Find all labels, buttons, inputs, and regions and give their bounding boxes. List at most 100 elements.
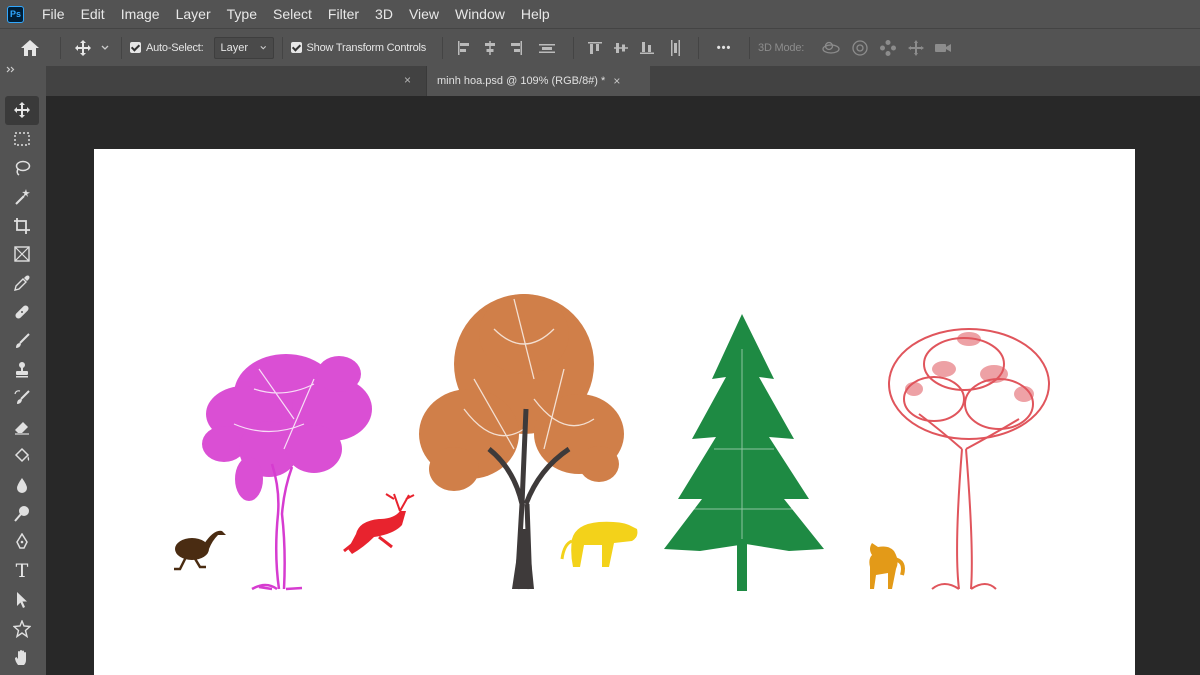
fox-silhouette — [869, 543, 905, 589]
rectangular-marquee-icon — [14, 132, 30, 146]
blur-tool[interactable] — [5, 470, 39, 499]
align-top-button[interactable] — [582, 40, 608, 56]
separator — [121, 36, 122, 59]
magenta-tree — [202, 354, 372, 591]
3d-pan-button[interactable] — [874, 39, 902, 57]
align-vertical-center-button[interactable] — [608, 40, 634, 56]
chevron-down-icon[interactable] — [97, 45, 113, 51]
arrow-cursor-icon — [17, 591, 27, 608]
close-icon[interactable]: × — [613, 74, 620, 88]
document-canvas[interactable] — [94, 149, 1135, 675]
green-fir-tree — [664, 314, 824, 591]
roll-icon — [852, 39, 868, 56]
pen-tool[interactable] — [5, 528, 39, 557]
auto-select-checkbox[interactable]: Auto-Select: — [130, 42, 204, 54]
menu-type[interactable]: Type — [219, 0, 265, 28]
eyedropper-tool[interactable] — [5, 269, 39, 298]
pan-icon — [880, 39, 897, 56]
path-selection-tool[interactable] — [5, 586, 39, 615]
hand-tool[interactable] — [5, 643, 39, 672]
menu-3d[interactable]: 3D — [367, 0, 401, 28]
history-brush-tool[interactable] — [5, 384, 39, 413]
video-camera-icon — [935, 43, 952, 52]
eyedropper-icon — [14, 275, 30, 292]
paint-bucket-tool[interactable] — [5, 442, 39, 471]
crop-tool[interactable] — [5, 211, 39, 240]
align-right-icon — [511, 40, 523, 55]
menu-file[interactable]: File — [34, 0, 73, 28]
checkbox-checked-icon — [290, 42, 302, 53]
menu-layer[interactable]: Layer — [168, 0, 219, 28]
menu-edit[interactable]: Edit — [73, 0, 113, 28]
dodge-tool[interactable] — [5, 499, 39, 528]
red-outline-tree — [888, 328, 1050, 590]
distribute-vertical-icon — [671, 39, 681, 56]
expand-panel-icon[interactable] — [6, 66, 16, 73]
menu-filter[interactable]: Filter — [320, 0, 367, 28]
healing-brush-tool[interactable] — [5, 298, 39, 327]
droplet-icon — [17, 477, 27, 493]
move-tool-preset[interactable] — [69, 39, 97, 57]
lasso-tool[interactable] — [5, 154, 39, 183]
home-icon — [21, 39, 39, 56]
separator — [281, 36, 283, 59]
deer-silhouette — [343, 493, 415, 554]
separator — [60, 36, 61, 59]
artwork — [174, 294, 1050, 591]
menu-view[interactable]: View — [401, 0, 447, 28]
distribute-button[interactable] — [529, 40, 565, 56]
3d-scale-button[interactable] — [930, 41, 956, 55]
more-options-button[interactable]: ••• — [707, 42, 741, 54]
home-button[interactable] — [8, 39, 52, 57]
dodge-icon — [14, 505, 29, 522]
brush-tool[interactable] — [5, 326, 39, 355]
3d-slide-button[interactable] — [902, 39, 930, 57]
menu-window[interactable]: Window — [447, 0, 513, 28]
checkbox-checked-icon — [130, 42, 141, 53]
crop-icon — [14, 217, 30, 234]
lasso-icon — [15, 160, 31, 176]
document-tab[interactable]: minh hoa.psd @ 109% (RGB/8#) * × — [426, 66, 650, 96]
close-icon[interactable]: × — [404, 73, 411, 87]
dropdown-value: Layer — [220, 41, 249, 54]
menu-image[interactable]: Image — [113, 0, 168, 28]
align-right-button[interactable] — [503, 40, 529, 56]
3d-mode-label: 3D Mode: — [758, 41, 805, 54]
move-icon — [14, 102, 30, 119]
align-top-icon — [588, 41, 603, 54]
3d-roll-button[interactable] — [846, 39, 874, 57]
align-left-button[interactable] — [451, 40, 477, 56]
canvas-workspace[interactable] — [46, 96, 1200, 675]
distribute-vertical-button[interactable] — [660, 39, 690, 57]
custom-shape-icon — [13, 619, 31, 638]
slide-icon — [908, 39, 925, 56]
shape-tool[interactable] — [5, 614, 39, 643]
orbit-icon — [822, 41, 840, 54]
magic-wand-tool[interactable] — [5, 182, 39, 211]
inactive-tab[interactable]: × — [46, 66, 426, 96]
move-tool[interactable] — [5, 96, 39, 125]
menu-select[interactable]: Select — [265, 0, 320, 28]
show-transform-controls-checkbox[interactable]: Show Transform Controls — [290, 42, 426, 54]
tiger-silhouette — [560, 521, 638, 567]
eraser-tool[interactable] — [5, 413, 39, 442]
frame-tool[interactable] — [5, 240, 39, 269]
align-bottom-icon — [640, 41, 655, 54]
menu-help[interactable]: Help — [513, 0, 558, 28]
marquee-tool[interactable] — [5, 125, 39, 154]
align-horizontal-center-button[interactable] — [477, 40, 503, 56]
separator — [749, 36, 751, 59]
align-bottom-button[interactable] — [634, 40, 660, 56]
magic-wand-icon — [15, 188, 30, 205]
align-center-icon — [485, 40, 496, 55]
move-icon — [75, 39, 91, 56]
paint-bucket-icon — [14, 447, 30, 463]
clone-stamp-tool[interactable] — [5, 355, 39, 384]
auto-select-target-dropdown[interactable]: Layer — [213, 36, 274, 59]
type-tool[interactable]: T — [5, 557, 39, 586]
chevron-down-icon — [260, 45, 267, 50]
3d-orbit-button[interactable] — [816, 40, 846, 56]
options-bar: Auto-Select: Layer Show Transform Contro… — [0, 28, 1200, 66]
stamp-icon — [16, 361, 28, 378]
hand-icon — [15, 649, 26, 665]
